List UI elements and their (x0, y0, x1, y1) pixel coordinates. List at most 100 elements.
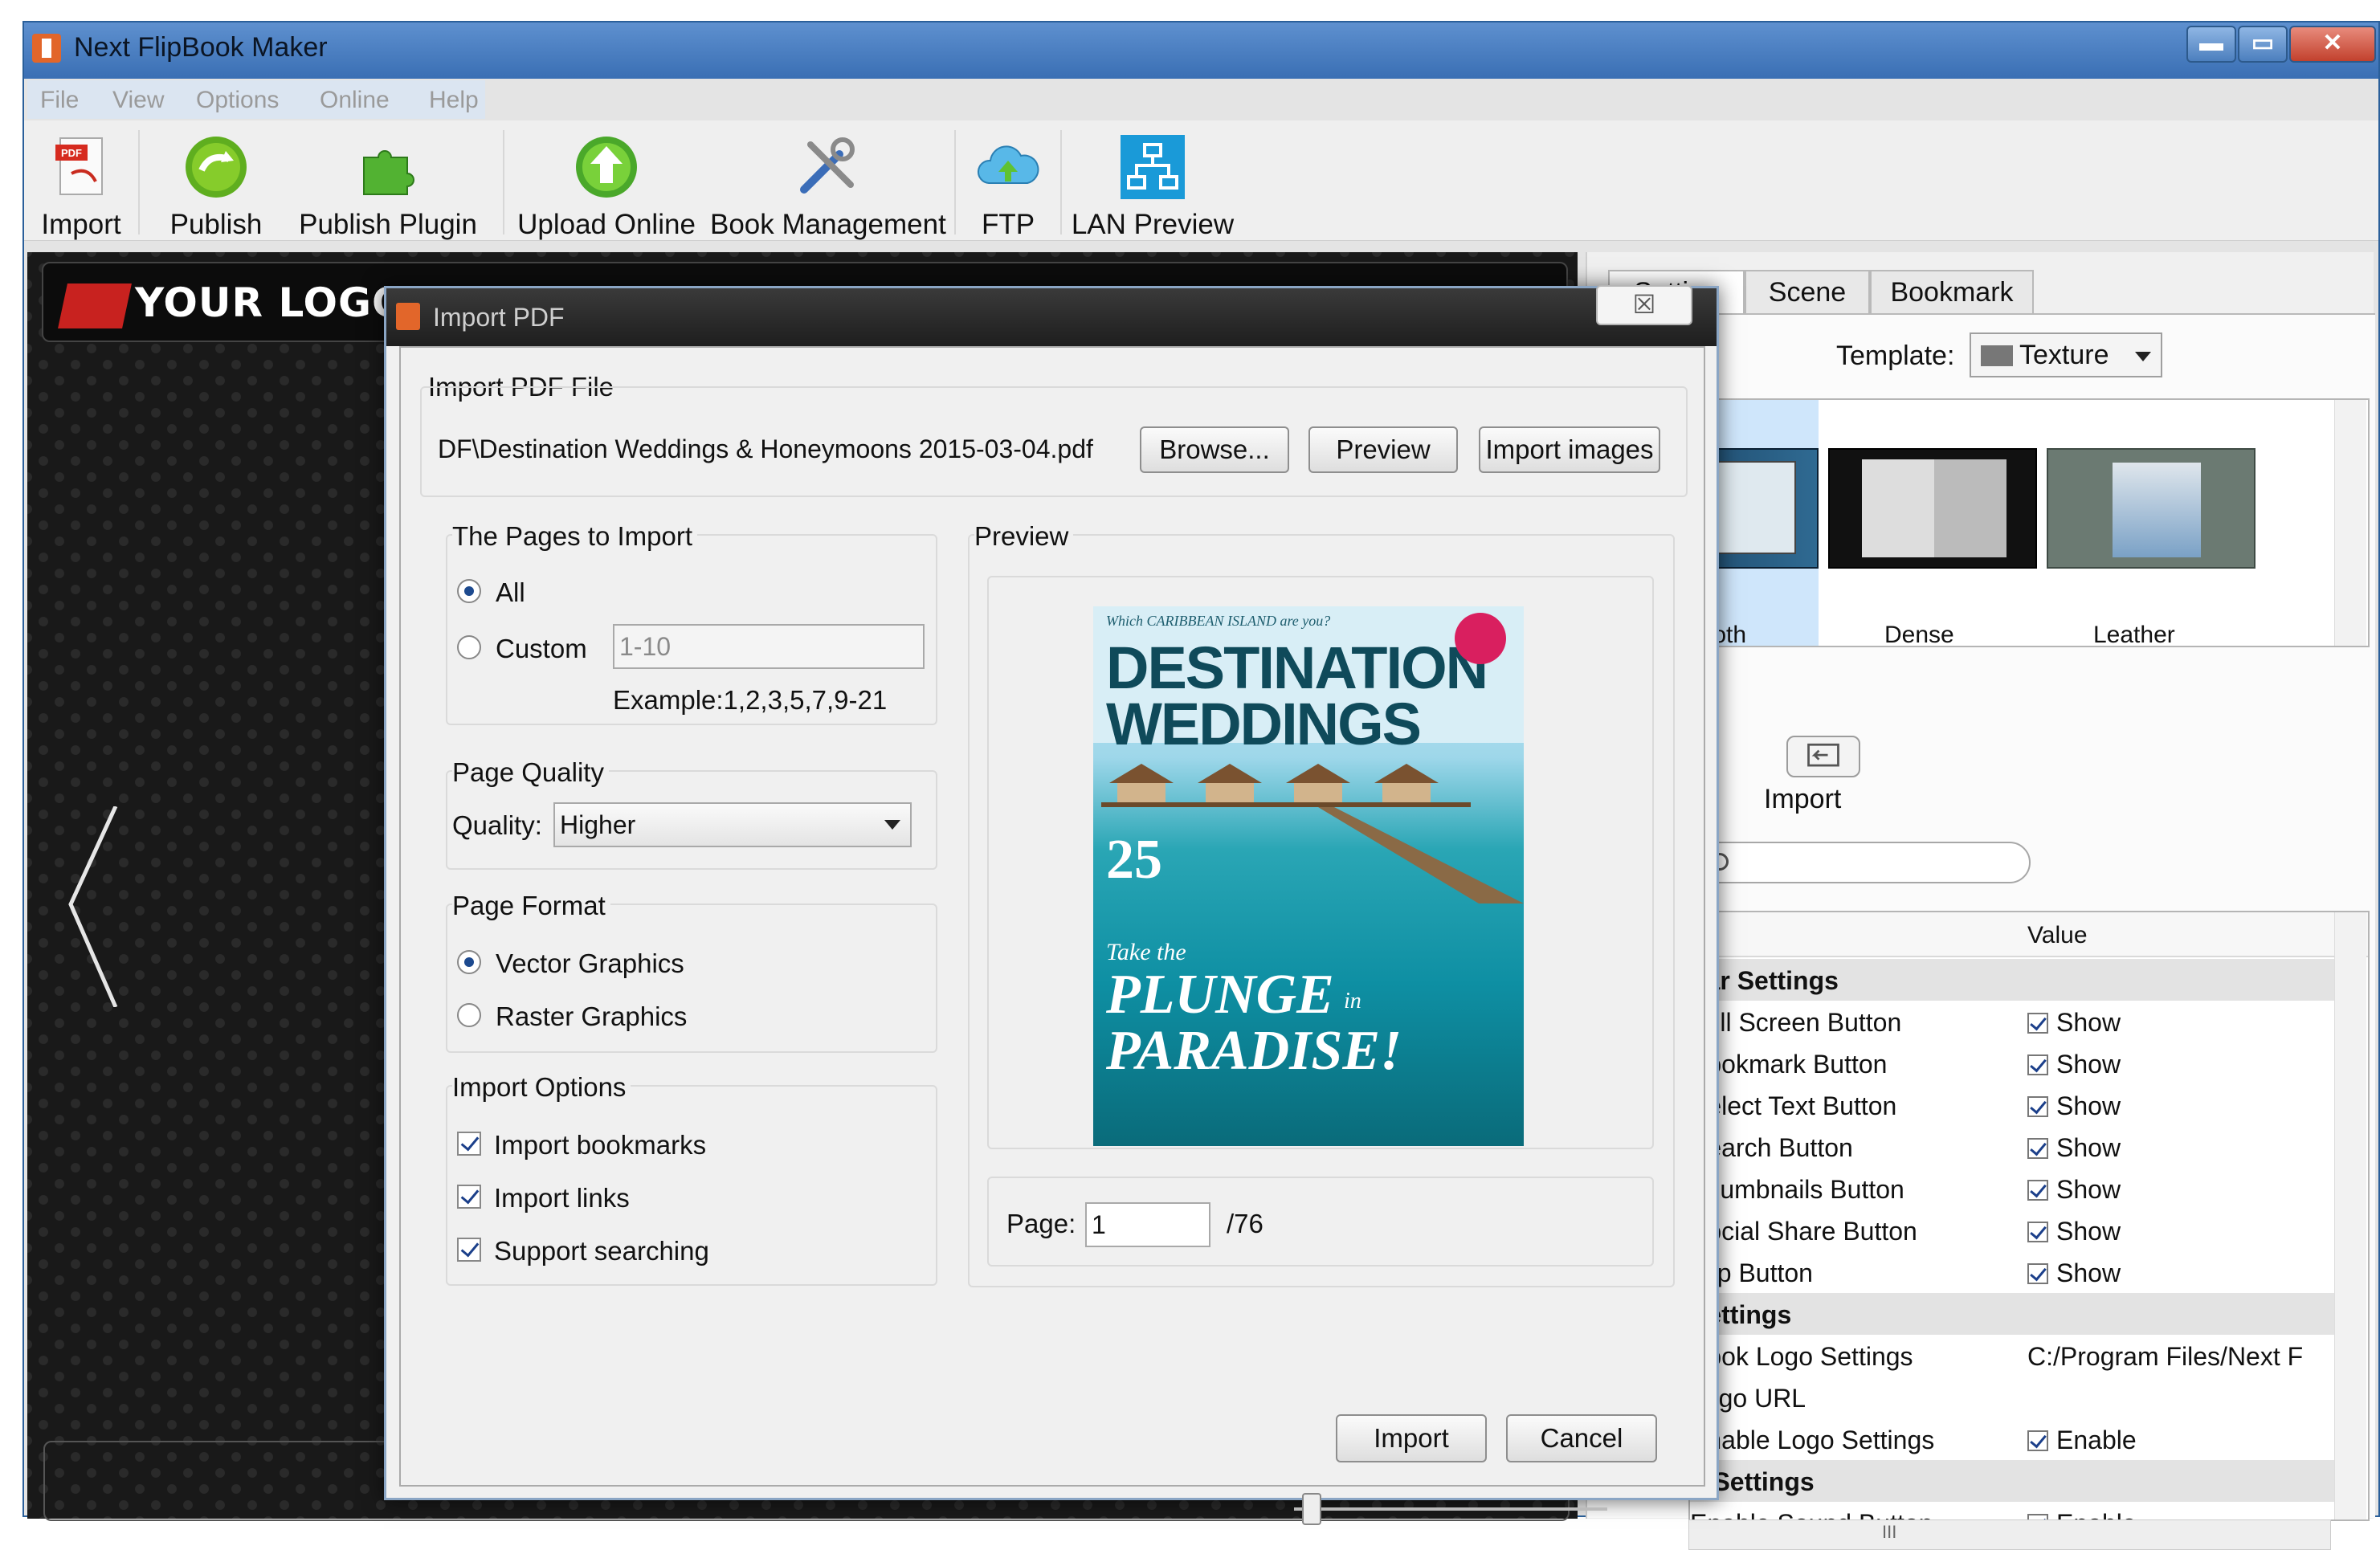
grid-section[interactable]: d Settings (1690, 1460, 2336, 1502)
support-searching-label: Support searching (494, 1236, 709, 1266)
maximize-button[interactable]: ▭ (2238, 26, 2288, 63)
grid-row[interactable]: Social Share Button Show (1690, 1209, 2336, 1251)
import-tool-button[interactable]: PDF Import (37, 120, 125, 241)
lan-preview-tool-label: LAN Preview (1071, 209, 1235, 240)
publish-plugin-tool-button[interactable]: Publish Plugin (280, 120, 496, 241)
chevron-down-icon (2135, 352, 2151, 361)
enable-checkbox[interactable] (2027, 1430, 2048, 1451)
grid-row[interactable]: Flip Button Show (1690, 1251, 2336, 1293)
show-checkbox[interactable] (2027, 1096, 2048, 1117)
pdf-import-icon: PDF (55, 137, 103, 195)
settings-grid: Value bar Settings Full Screen Button Sho… (1688, 911, 2370, 1521)
template-gallery: Cloth Dense Leather (1688, 398, 2370, 647)
grid-row[interactable]: Enable Sound ButtonEnable (1690, 1502, 2336, 1519)
custom-pages-radio[interactable] (457, 635, 481, 659)
raster-graphics-radio[interactable] (457, 1003, 481, 1027)
settings-search-input[interactable] (1696, 842, 2031, 883)
dialog-close-button[interactable]: ☒ (1596, 285, 1692, 325)
menu-file[interactable]: File (40, 87, 79, 114)
grid-scrollbar[interactable] (2334, 912, 2366, 1519)
row-key: Bookmark Button (1690, 1050, 1888, 1079)
menu-help[interactable]: Help (429, 87, 479, 114)
pages-group-label: The Pages to Import (452, 521, 697, 552)
cover-badge-icon (1455, 613, 1506, 664)
custom-pages-label: Custom (496, 634, 587, 663)
ftp-tool-button[interactable]: FTP (964, 120, 1052, 241)
all-pages-radio[interactable] (457, 579, 481, 603)
grid-row[interactable]: Enable Logo Settings Enable (1690, 1418, 2336, 1460)
publish-plugin-tool-label: Publish Plugin (299, 209, 477, 240)
row-value: Show (2056, 1217, 2121, 1246)
show-checkbox[interactable] (2027, 1013, 2048, 1034)
pdf-cover-preview: Which CARIBBEAN ISLAND are you? DESTINAT… (1093, 606, 1524, 1146)
template-thumb-leather[interactable] (2047, 448, 2255, 569)
show-checkbox[interactable] (2027, 1054, 2048, 1075)
template-thumb-dense[interactable] (1828, 448, 2037, 569)
grid-header: Value (1690, 912, 2368, 957)
grid-row[interactable]: Full Screen Button Show (1690, 1001, 2336, 1042)
show-checkbox[interactable] (2027, 1222, 2048, 1242)
gallery-scrollbar[interactable] (2334, 400, 2366, 646)
show-checkbox[interactable] (2027, 1180, 2048, 1201)
page-slider-thumb[interactable] (1302, 1493, 1321, 1525)
grid-horizontal-scrollbar[interactable]: III (1688, 1519, 2331, 1550)
publish-tool-button[interactable]: Publish (156, 120, 276, 241)
thumb-book (1708, 461, 1796, 554)
show-checkbox[interactable] (2027, 1263, 2048, 1284)
template-name-dense: Dense (1884, 622, 1954, 647)
grid-row[interactable]: Search Button Show (1690, 1126, 2336, 1168)
upload-online-tool-button[interactable]: Upload Online (514, 120, 699, 241)
quality-select[interactable]: Higher (553, 802, 912, 847)
browse-button[interactable]: Browse... (1140, 426, 1289, 473)
cover-plunge: PLUNGE (1106, 964, 1334, 1026)
pdf-path-field[interactable]: DF\Destination Weddings & Honeymoons 201… (433, 428, 1130, 473)
cancel-button[interactable]: Cancel (1506, 1414, 1657, 1462)
book-logo: YOUR LOGO (58, 279, 407, 336)
import-arrow-icon (1807, 743, 1839, 767)
quality-group-label: Page Quality (452, 757, 609, 788)
preview-button[interactable]: Preview (1308, 426, 1458, 473)
page-number-input[interactable]: 1 (1085, 1202, 1210, 1247)
upload-online-tool-label: Upload Online (517, 209, 696, 240)
import-links-checkbox[interactable] (457, 1185, 481, 1209)
tab-bookmark[interactable]: Bookmark (1870, 270, 2034, 315)
show-checkbox[interactable] (2027, 1138, 2048, 1159)
menu-options[interactable]: Options (196, 87, 279, 114)
grid-section[interactable]: bar Settings (1690, 959, 2336, 1001)
prev-page-arrow-icon[interactable] (67, 806, 228, 1007)
menu-online[interactable]: Online (320, 87, 390, 114)
import-bookmarks-checkbox[interactable] (457, 1132, 481, 1156)
book-management-tool-button[interactable]: Book Management (710, 120, 946, 241)
template-select[interactable]: Texture (1970, 332, 2162, 377)
minimize-button[interactable]: ▬ (2186, 26, 2236, 63)
dialog-title: Import PDF (433, 303, 565, 332)
page-slider-track[interactable] (1294, 1507, 1607, 1511)
grid-row[interactable]: Book Logo Settings C:/Program Files/Next … (1690, 1335, 2336, 1377)
window-title: Next FlipBook Maker (74, 32, 328, 63)
cover-top-line: Which CARIBBEAN ISLAND are you? (1106, 613, 1331, 629)
cloud-icon (977, 145, 1039, 184)
import-images-button[interactable]: Import images (1479, 426, 1660, 473)
import-template-button[interactable] (1786, 736, 1860, 777)
grid-row[interactable]: Select Text Button Show (1690, 1084, 2336, 1126)
lan-preview-tool-button[interactable]: LAN Preview (1068, 120, 1237, 241)
custom-pages-input[interactable]: 1-10 (613, 624, 925, 669)
network-icon (1121, 135, 1185, 199)
menu-view[interactable]: View (112, 87, 164, 114)
tab-scene[interactable]: Scene (1745, 270, 1870, 315)
template-value: Texture (2019, 340, 2109, 370)
support-searching-checkbox[interactable] (457, 1238, 481, 1262)
grid-section[interactable]: Settings (1690, 1293, 2336, 1335)
toolbar-separator (138, 130, 140, 235)
import-bookmarks-label: Import bookmarks (494, 1130, 707, 1160)
grid-row[interactable]: Bookmark Button Show (1690, 1042, 2336, 1084)
grid-row[interactable]: Logo URL (1690, 1377, 2336, 1418)
dialog-icon (396, 303, 420, 330)
row-value: Enable (2056, 1426, 2137, 1454)
cover-paradise: PARADISE! (1106, 1020, 1402, 1082)
import-template-label: Import (1764, 784, 1842, 814)
vector-graphics-radio[interactable] (457, 950, 481, 974)
import-button[interactable]: Import (1336, 1414, 1487, 1462)
close-button[interactable]: ✕ (2289, 26, 2376, 63)
grid-row[interactable]: Thumbnails Button Show (1690, 1168, 2336, 1209)
